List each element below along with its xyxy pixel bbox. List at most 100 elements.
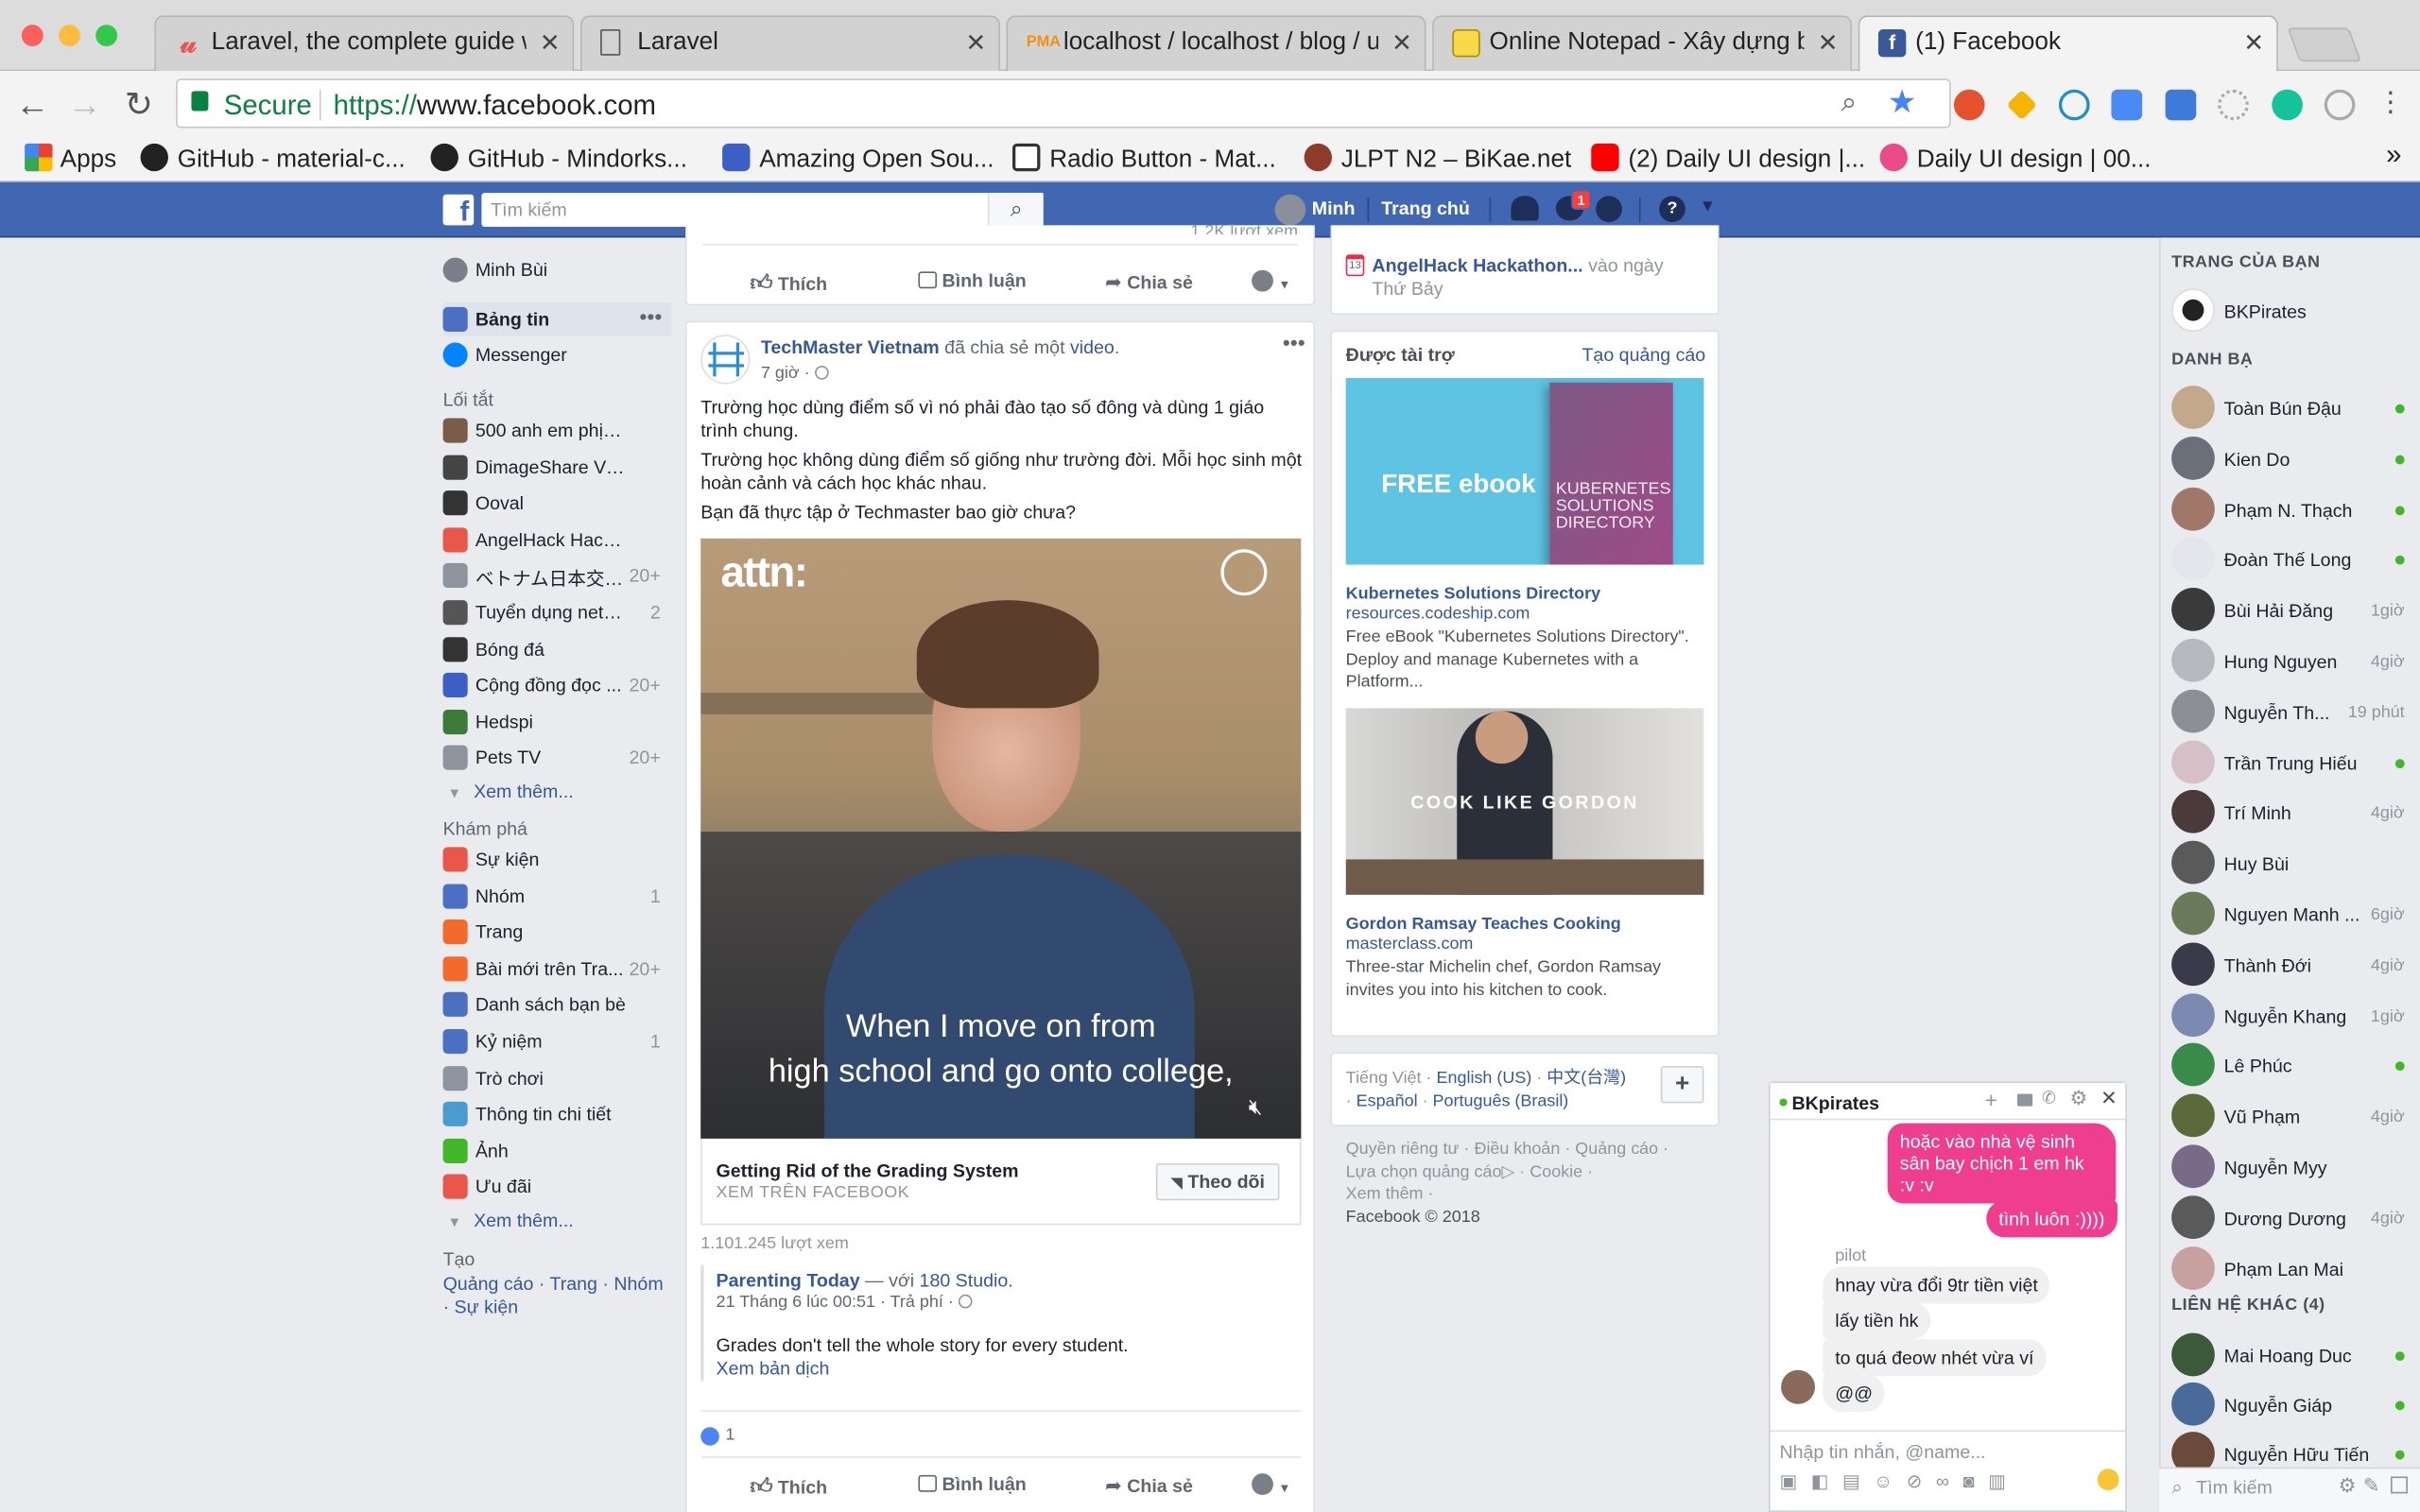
- phone-icon[interactable]: ✆: [2042, 1088, 2056, 1108]
- chat-settings-icon[interactable]: ⚙: [2338, 1473, 2356, 1498]
- compose-icon[interactable]: ✎: [2363, 1473, 2380, 1498]
- attach-icon[interactable]: ⊘: [1907, 1470, 1936, 1492]
- contact-item[interactable]: Dương Dương 4giờ: [2171, 1194, 2420, 1242]
- explore-item[interactable]: Bài mới trên Tra... 20+: [442, 952, 672, 986]
- zoom-icon[interactable]: ⌕: [1841, 86, 1857, 118]
- extension-gear-icon[interactable]: [2218, 89, 2249, 121]
- reaction-like-icon[interactable]: [700, 1427, 719, 1446]
- audio-icon[interactable]: ▥: [1988, 1470, 2019, 1492]
- language-link[interactable]: Español: [1357, 1091, 1418, 1110]
- event-link[interactable]: AngelHack Hackathon...: [1372, 254, 1582, 276]
- contact-item[interactable]: Phạm N. Thạch: [2171, 487, 2420, 533]
- browser-tab[interactable]: PMA localhost / localhost / blog / us ✕: [1006, 15, 1426, 72]
- create-page-link[interactable]: Trang: [550, 1273, 597, 1295]
- contact-item[interactable]: Toàn Bún Đậu: [2171, 386, 2420, 432]
- notifications-globe-icon[interactable]: [1596, 196, 1622, 223]
- shortcut-item[interactable]: AngelHack Hack...: [442, 523, 672, 557]
- follow-button[interactable]: ◥ Theo dõi: [1155, 1163, 1280, 1201]
- explore-item[interactable]: Trò chơi: [442, 1061, 672, 1095]
- ad-title[interactable]: Gordon Ramsay Teaches Cooking: [1346, 915, 1621, 934]
- create-ad-link[interactable]: Tạo quảng cáo: [1582, 344, 1705, 366]
- explore-item[interactable]: Kỷ niệm 1: [442, 1024, 672, 1058]
- forward-arrow-icon[interactable]: →: [65, 85, 105, 125]
- like-button[interactable]: 👍︎ Thích: [750, 1473, 827, 1500]
- close-chat-icon[interactable]: ✕: [2100, 1086, 2118, 1110]
- ad-image-kubernetes[interactable]: FREE ebook KUBERNETES SOLUTIONS DIRECTOR…: [1345, 377, 1704, 565]
- footer-line[interactable]: Quyền riêng tư · Điều khoản · Quảng cáo …: [1346, 1139, 1717, 1161]
- contact-item[interactable]: Nguyễn Myy: [2171, 1144, 2420, 1191]
- friend-requests-icon[interactable]: [1511, 196, 1539, 221]
- shortcut-item[interactable]: 500 anh em phịc...: [442, 414, 672, 448]
- facebook-logo-icon[interactable]: f: [442, 194, 475, 227]
- contact-item[interactable]: Nguyen Manh ... 6giờ: [2171, 891, 2420, 938]
- contact-item[interactable]: Huy Bùi: [2171, 841, 2420, 887]
- extension-grammarly-icon[interactable]: [2272, 89, 2303, 121]
- more-options-icon[interactable]: •••: [639, 304, 662, 329]
- minimize-window-button[interactable]: [59, 25, 80, 46]
- reaction-count[interactable]: 1: [725, 1426, 735, 1445]
- extension-p-icon[interactable]: [1953, 89, 1985, 121]
- contact-item[interactable]: Bùi Hải Đăng 1giờ: [2171, 588, 2420, 634]
- ad-domain[interactable]: resources.codeship.com: [1346, 605, 1530, 624]
- browser-tab-active[interactable]: f (1) Facebook ✕: [1858, 15, 2278, 73]
- contact-item[interactable]: Kien Do: [2171, 436, 2420, 483]
- audience-selector[interactable]: ▼: [1252, 269, 1290, 293]
- sidebar-toggle-icon[interactable]: [2390, 1476, 2408, 1494]
- comment-button[interactable]: Bình luận: [918, 1473, 1027, 1495]
- shortcut-item[interactable]: DimageShare Vie...: [442, 450, 672, 484]
- post-options-icon[interactable]: •••: [1283, 330, 1305, 354]
- close-tab-icon[interactable]: ✕: [1392, 27, 1412, 59]
- help-icon[interactable]: ?: [1659, 196, 1685, 223]
- contact-item[interactable]: Thành Đới 4giờ: [2171, 942, 2420, 988]
- add-language-button[interactable]: +: [1660, 1066, 1704, 1104]
- create-group-link[interactable]: Nhóm: [614, 1273, 663, 1295]
- settings-gear-icon[interactable]: ⚙: [2069, 1086, 2087, 1110]
- language-link[interactable]: English (US): [1437, 1069, 1532, 1088]
- page-item[interactable]: BKPirates: [2171, 288, 2420, 335]
- extension-window-icon[interactable]: [2165, 89, 2197, 121]
- extension-react-icon[interactable]: [2058, 89, 2090, 121]
- bookmark-apps[interactable]: Apps: [25, 143, 116, 175]
- bookmark-item[interactable]: Radio Button - Mat...: [1012, 143, 1276, 175]
- explore-item[interactable]: Trang: [442, 915, 672, 949]
- explore-item[interactable]: Thông tin chi tiết: [442, 1097, 672, 1131]
- left-profile-link[interactable]: Minh Bùi: [442, 253, 672, 287]
- studio-link[interactable]: 180 Studio.: [920, 1270, 1013, 1292]
- post-author-link[interactable]: TechMaster Vietnam: [761, 336, 940, 358]
- footer-line[interactable]: Xem thêm ·: [1346, 1183, 1717, 1206]
- chat-search-input[interactable]: Tìm kiếm: [2196, 1476, 2273, 1498]
- close-window-button[interactable]: [21, 25, 43, 46]
- image-icon[interactable]: ▣: [1779, 1470, 1810, 1492]
- video-link[interactable]: video: [1070, 336, 1115, 358]
- chat-message-input[interactable]: Nhập tin nhắn, @name...: [1779, 1441, 1985, 1463]
- contact-item[interactable]: Trần Trung Hiếu: [2171, 740, 2420, 786]
- link-icon[interactable]: ∞: [1936, 1470, 1963, 1492]
- bookmark-item[interactable]: GitHub - Mindorks...: [430, 143, 687, 175]
- see-more-shortcuts-link[interactable]: ▼ Xem thêm...: [447, 781, 573, 802]
- language-link[interactable]: 中文(台灣): [1547, 1069, 1626, 1088]
- browser-tab[interactable]: 𝓊 Laravel, the complete guide w ✕: [154, 15, 575, 72]
- close-tab-icon[interactable]: ✕: [1818, 27, 1839, 59]
- account-menu-caret-icon[interactable]: ▼: [1700, 198, 1717, 216]
- gif-icon[interactable]: ▤: [1842, 1470, 1874, 1492]
- emoji-icon[interactable]: ☺: [1874, 1470, 1907, 1492]
- bookmarks-overflow-icon[interactable]: »: [2386, 139, 2401, 171]
- explore-item[interactable]: Danh sách bạn bè: [442, 988, 672, 1022]
- ad-domain[interactable]: masterclass.com: [1346, 935, 1474, 954]
- reload-icon[interactable]: ↻: [119, 85, 159, 125]
- shortcut-item[interactable]: Bóng đá: [442, 632, 672, 666]
- left-messenger-link[interactable]: Messenger: [442, 338, 672, 372]
- contact-item[interactable]: Hung Nguyen 4giờ: [2171, 638, 2420, 685]
- video-player[interactable]: attn: When I move on from high school an…: [700, 538, 1302, 1139]
- create-event-link[interactable]: Sự kiện: [455, 1296, 519, 1317]
- language-link[interactable]: Português (Brasil): [1433, 1091, 1569, 1110]
- browser-tab[interactable]: Online Notepad - Xây dựng blo ✕: [1432, 15, 1853, 72]
- facebook-search-input[interactable]: Tìm kiếm ⌕: [481, 193, 1044, 227]
- new-tab-button[interactable]: [2287, 27, 2361, 62]
- translate-link[interactable]: Xem bản dịch: [717, 1358, 830, 1380]
- bookmark-star-icon[interactable]: ★: [1888, 83, 1917, 122]
- shortcut-item[interactable]: ベトナム日本交流... 20+: [442, 559, 672, 593]
- share-button[interactable]: ➦ Chia sẻ: [1105, 270, 1193, 295]
- profile-link[interactable]: Minh: [1312, 198, 1356, 219]
- shortcut-item[interactable]: Cộng đồng đọc ... 20+: [442, 668, 672, 702]
